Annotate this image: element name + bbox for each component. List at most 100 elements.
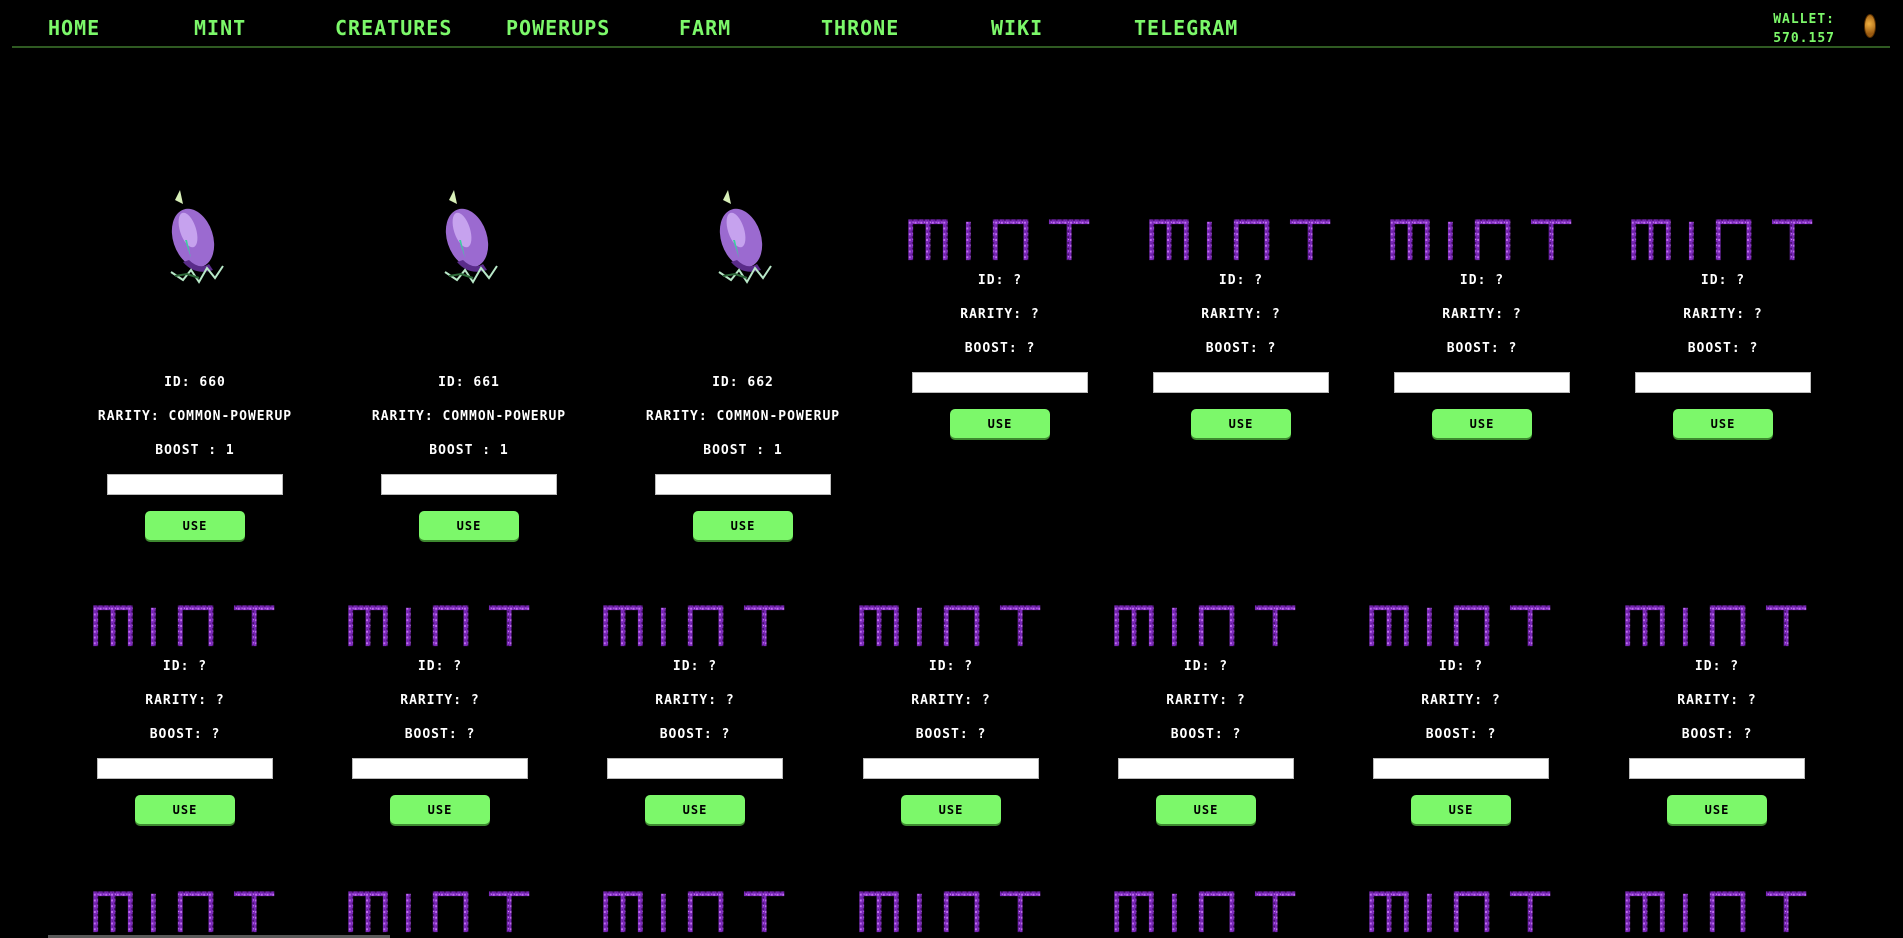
powerup-target-input[interactable]: [1629, 758, 1805, 779]
powerup-id: ID: ?: [977, 273, 1023, 288]
nav-telegram[interactable]: TELEGRAM: [1134, 16, 1238, 40]
powerup-rarity: RARITY: ?: [1677, 693, 1757, 708]
nav-powerups[interactable]: POWERUPS: [506, 16, 610, 40]
nav-creatures[interactable]: CREATURES: [335, 16, 452, 40]
rocket-powerup-icon: [437, 190, 498, 283]
empty-powerup-card: [1091, 888, 1321, 936]
powerup-id: ID: ?: [1694, 659, 1740, 674]
mint-logo: [905, 216, 1095, 264]
powerup-card: ID: 660 RARITY: COMMON-POWERUP BOOST : 1…: [80, 190, 310, 540]
powerup-boost: BOOST: ?: [1425, 727, 1497, 742]
use-button[interactable]: USE: [390, 795, 490, 824]
empty-powerup-card: [70, 888, 300, 936]
powerup-target-input[interactable]: [97, 758, 273, 779]
mint-logo: [1111, 602, 1301, 650]
use-button[interactable]: USE: [1156, 795, 1256, 824]
powerup-boost: BOOST: ?: [1681, 727, 1753, 742]
powerup-boost: BOOST: ?: [659, 727, 731, 742]
powerup-rarity: RARITY: ?: [960, 307, 1040, 322]
use-button[interactable]: USE: [1432, 409, 1532, 438]
powerup-target-input[interactable]: [912, 372, 1088, 393]
wallet-label: WALLET:: [1773, 12, 1835, 27]
powerup-id: ID: 660: [164, 375, 226, 390]
powerup-rarity: RARITY: ?: [911, 693, 991, 708]
powerup-boost: BOOST : 1: [429, 443, 509, 458]
mint-logo: [600, 602, 790, 650]
mint-logo: [856, 602, 1046, 650]
powerup-target-input[interactable]: [352, 758, 528, 779]
powerup-target-input[interactable]: [1373, 758, 1549, 779]
nav-mint[interactable]: MINT: [194, 16, 246, 40]
powerup-boost: BOOST: ?: [915, 727, 987, 742]
nav-wiki[interactable]: WIKI: [991, 16, 1043, 40]
powerup-target-input[interactable]: [863, 758, 1039, 779]
powerup-boost: BOOST : 1: [155, 443, 235, 458]
coin-icon: [1864, 14, 1876, 38]
empty-powerup-card: ID: ? RARITY: ? BOOST: ? USE: [70, 602, 300, 824]
use-button[interactable]: USE: [135, 795, 235, 824]
nav-farm[interactable]: FARM: [679, 16, 731, 40]
powerup-target-input[interactable]: [107, 474, 283, 495]
rocket-powerup-icon: [163, 190, 224, 283]
nav-home[interactable]: HOME: [48, 16, 100, 40]
nav-throne[interactable]: THRONE: [821, 16, 899, 40]
powerup-rarity: RARITY: ?: [1683, 307, 1763, 322]
powerup-rarity: RARITY: COMMON-POWERUP: [645, 409, 841, 424]
use-button[interactable]: USE: [950, 409, 1050, 438]
use-button[interactable]: USE: [1191, 409, 1291, 438]
use-button[interactable]: USE: [419, 511, 519, 540]
mint-logo: [1146, 216, 1336, 264]
mint-logo: [1366, 888, 1556, 936]
powerup-target-input[interactable]: [607, 758, 783, 779]
empty-powerup-card: [1346, 888, 1576, 936]
mint-logo: [1628, 216, 1818, 264]
powerup-rarity: RARITY: ?: [145, 693, 225, 708]
use-button[interactable]: USE: [145, 511, 245, 540]
empty-powerup-card: [580, 888, 810, 936]
use-button[interactable]: USE: [1673, 409, 1773, 438]
powerup-boost: BOOST: ?: [1170, 727, 1242, 742]
powerup-target-input[interactable]: [1153, 372, 1329, 393]
mint-logo: [345, 602, 535, 650]
powerup-rarity: RARITY: ?: [1201, 307, 1281, 322]
use-button[interactable]: USE: [1667, 795, 1767, 824]
powerup-rarity: RARITY: ?: [655, 693, 735, 708]
empty-powerup-card: [836, 888, 1066, 936]
use-button[interactable]: USE: [901, 795, 1001, 824]
empty-powerup-card: ID: ? RARITY: ? BOOST: ? USE: [1602, 602, 1832, 824]
mint-logo: [1622, 602, 1812, 650]
use-button[interactable]: USE: [693, 511, 793, 540]
empty-powerup-card: ID: ? RARITY: ? BOOST: ? USE: [1091, 602, 1321, 824]
mint-logo: [90, 602, 280, 650]
mint-logo: [1622, 888, 1812, 936]
mint-logo: [856, 888, 1046, 936]
powerup-rarity: RARITY: COMMON-POWERUP: [371, 409, 567, 424]
powerup-target-input[interactable]: [381, 474, 557, 495]
powerup-target-input[interactable]: [1635, 372, 1811, 393]
powerup-boost: BOOST: ?: [1205, 341, 1277, 356]
powerup-boost: BOOST: ?: [404, 727, 476, 742]
empty-powerup-card: ID: ? RARITY: ? BOOST: ? USE: [836, 602, 1066, 824]
powerup-id: ID: ?: [672, 659, 718, 674]
top-nav: HOME MINT CREATURES POWERUPS FARM THRONE…: [12, 0, 1890, 48]
powerup-rarity: RARITY: COMMON-POWERUP: [97, 409, 293, 424]
powerup-id: ID: ?: [417, 659, 463, 674]
mint-logo: [1111, 888, 1301, 936]
empty-powerup-card: ID: ? RARITY: ? BOOST: ? USE: [1346, 602, 1576, 824]
mint-logo: [90, 888, 280, 936]
powerup-rarity: RARITY: ?: [1442, 307, 1522, 322]
mint-logo: [1387, 216, 1577, 264]
use-button[interactable]: USE: [1411, 795, 1511, 824]
powerup-id: ID: 661: [438, 375, 500, 390]
powerup-id: ID: ?: [1438, 659, 1484, 674]
powerup-boost: BOOST: ?: [149, 727, 221, 742]
wallet-display: WALLET: 570.157: [1773, 10, 1835, 48]
powerup-target-input[interactable]: [1394, 372, 1570, 393]
wallet-balance: 570.157: [1773, 31, 1835, 46]
powerup-rarity: RARITY: ?: [1166, 693, 1246, 708]
use-button[interactable]: USE: [645, 795, 745, 824]
powerup-card: ID: 661 RARITY: COMMON-POWERUP BOOST : 1…: [354, 190, 584, 540]
powerup-target-input[interactable]: [655, 474, 831, 495]
powerup-id: ID: ?: [1459, 273, 1505, 288]
powerup-target-input[interactable]: [1118, 758, 1294, 779]
